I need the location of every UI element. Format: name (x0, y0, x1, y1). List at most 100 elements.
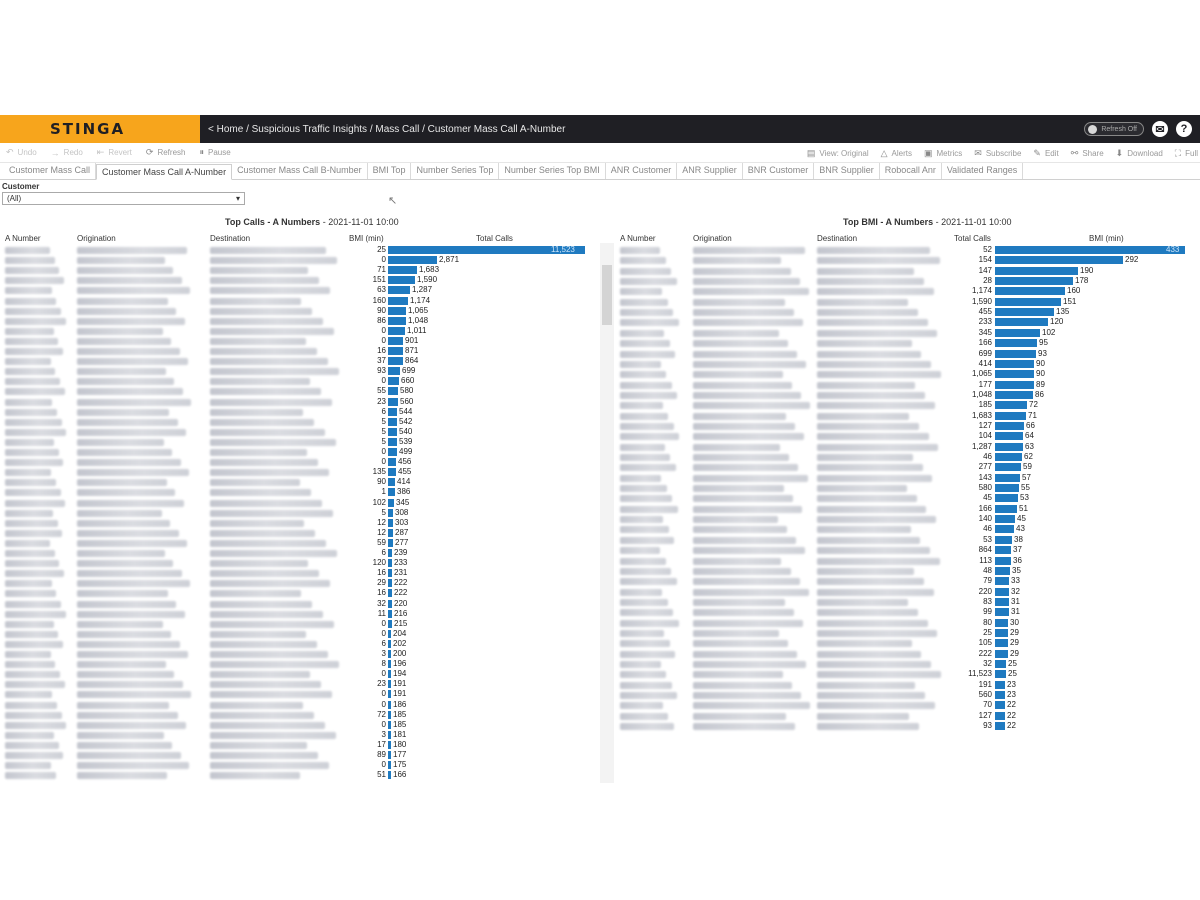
tab-bmi-top[interactable]: BMI Top (368, 163, 412, 179)
tab-number-series-top-bmi[interactable]: Number Series Top BMI (499, 163, 606, 179)
bar-mark[interactable] (995, 432, 1023, 441)
tab-anr-customer[interactable]: ANR Customer (606, 163, 678, 179)
tab-validated-ranges[interactable]: Validated Ranges (942, 163, 1024, 179)
download-button[interactable]: ⬇ Download (1116, 148, 1163, 159)
redo-button[interactable]: → Redo (51, 148, 83, 158)
revert-button[interactable]: ⇤ Revert (97, 147, 132, 158)
table-row[interactable]: 52 433 (0, 245, 1200, 255)
bar-mark[interactable] (995, 546, 1011, 555)
tab-bnr-customer[interactable]: BNR Customer (743, 163, 815, 179)
tab-customer-mass-call-b-number[interactable]: Customer Mass Call B-Number (232, 163, 368, 179)
logo[interactable]: STINGA (0, 115, 200, 143)
table-row[interactable]: 25 29 (0, 628, 1200, 638)
bar-mark[interactable] (995, 608, 1009, 617)
table-row[interactable]: 864 37 (0, 545, 1200, 555)
subscribe-button[interactable]: ✉ Subscribe (974, 148, 1021, 159)
bar-mark[interactable] (995, 566, 1010, 575)
table-row[interactable]: 699 93 (0, 349, 1200, 359)
table-row[interactable]: 79 33 (0, 576, 1200, 586)
table-row[interactable]: 127 66 (0, 421, 1200, 431)
bar-mark[interactable] (995, 587, 1009, 596)
tab-customer-mass-call-a-number[interactable]: Customer Mass Call A-Number (96, 164, 233, 180)
table-row[interactable]: 140 45 (0, 514, 1200, 524)
bar-mark[interactable] (995, 618, 1008, 627)
mail-icon[interactable]: ✉ (1152, 121, 1168, 137)
bar-mark[interactable] (995, 318, 1048, 327)
breadcrumb[interactable]: < Home / Suspicious Traffic Insights / M… (208, 124, 565, 135)
bar-mark[interactable] (995, 328, 1040, 337)
bar-mark[interactable] (995, 535, 1012, 544)
table-row[interactable]: 99 31 (0, 607, 1200, 617)
table-row[interactable]: 166 51 (0, 504, 1200, 514)
customer-filter-select[interactable]: (All) ▾ (2, 192, 245, 205)
edit-button[interactable]: ✎ Edit (1033, 148, 1058, 159)
table-row[interactable]: 185 72 (0, 400, 1200, 410)
table-row[interactable]: 233 120 (0, 317, 1200, 327)
bar-mark[interactable] (995, 359, 1034, 368)
tab-number-series-top[interactable]: Number Series Top (411, 163, 500, 179)
bar-mark[interactable] (995, 287, 1065, 296)
table-row[interactable]: 48 35 (0, 566, 1200, 576)
table-row[interactable]: 28 178 (0, 276, 1200, 286)
left-header-bmi[interactable]: BMI (min) (349, 234, 384, 243)
bar-mark[interactable] (995, 370, 1034, 379)
bar-mark[interactable] (995, 556, 1011, 565)
bar-mark[interactable] (995, 380, 1034, 389)
full-screen-button[interactable]: ⛶ Full (1175, 148, 1198, 159)
table-row[interactable]: 127 22 (0, 711, 1200, 721)
table-row[interactable]: 560 23 (0, 690, 1200, 700)
bar-mark[interactable] (995, 670, 1006, 679)
table-row[interactable]: 93 22 (0, 721, 1200, 731)
left-header-origination[interactable]: Origination (77, 234, 116, 243)
right-header-origination[interactable]: Origination (693, 234, 732, 243)
table-row[interactable]: 104 64 (0, 431, 1200, 441)
bar-mark[interactable] (995, 453, 1022, 461)
tab-bnr-supplier[interactable]: BNR Supplier (814, 163, 880, 179)
table-row[interactable]: 53 38 (0, 535, 1200, 545)
bar-mark[interactable] (995, 473, 1020, 482)
bar-mark[interactable] (995, 649, 1008, 658)
table-row[interactable]: 154 292 (0, 255, 1200, 265)
bar-mark[interactable] (995, 484, 1019, 493)
bar-mark[interactable] (995, 628, 1008, 637)
table-row[interactable]: 166 95 (0, 338, 1200, 348)
share-button[interactable]: ⚯ Share (1071, 148, 1104, 159)
bar-mark[interactable] (995, 722, 1005, 731)
help-icon[interactable]: ? (1176, 121, 1192, 137)
bar-mark[interactable] (995, 246, 1185, 254)
bar-mark[interactable] (995, 691, 1005, 700)
table-row[interactable]: 83 31 (0, 597, 1200, 607)
undo-button[interactable]: ↶ Undo (6, 147, 37, 158)
left-header-a-number[interactable]: A Number (5, 234, 41, 243)
bar-mark[interactable] (995, 339, 1037, 348)
table-row[interactable]: 1,048 86 (0, 390, 1200, 400)
bar-mark[interactable] (995, 297, 1061, 306)
table-row[interactable]: 45 53 (0, 493, 1200, 503)
bar-mark[interactable] (995, 639, 1008, 648)
metrics-button[interactable]: ▣ Metrics (924, 148, 962, 159)
bar-mark[interactable] (995, 597, 1009, 606)
bar-mark[interactable] (995, 390, 1033, 399)
right-header-destination[interactable]: Destination (817, 234, 857, 243)
table-row[interactable]: 46 62 (0, 452, 1200, 462)
left-header-destination[interactable]: Destination (210, 234, 250, 243)
bar-mark[interactable] (995, 308, 1054, 317)
table-row[interactable]: 143 57 (0, 473, 1200, 483)
table-row[interactable]: 191 23 (0, 680, 1200, 690)
table-row[interactable]: 222 29 (0, 649, 1200, 659)
bar-mark[interactable] (995, 256, 1123, 265)
alerts-button[interactable]: △ Alerts (881, 148, 912, 159)
table-row[interactable]: 105 29 (0, 638, 1200, 648)
table-row[interactable]: 11,523 25 (0, 669, 1200, 679)
left-header-total-calls[interactable]: Total Calls (476, 234, 513, 243)
table-row[interactable]: 220 32 (0, 587, 1200, 597)
refresh-button[interactable]: ⟳ Refresh (146, 147, 186, 158)
bar-mark[interactable] (995, 701, 1005, 710)
table-row[interactable]: 1,590 151 (0, 297, 1200, 307)
table-row[interactable]: 414 90 (0, 359, 1200, 369)
table-row[interactable]: 1,174 160 (0, 286, 1200, 296)
table-row[interactable]: 345 102 (0, 328, 1200, 338)
bar-mark[interactable] (995, 266, 1078, 275)
pause-button[interactable]: ⏸ Pause (199, 147, 230, 158)
table-row[interactable]: 177 89 (0, 380, 1200, 390)
